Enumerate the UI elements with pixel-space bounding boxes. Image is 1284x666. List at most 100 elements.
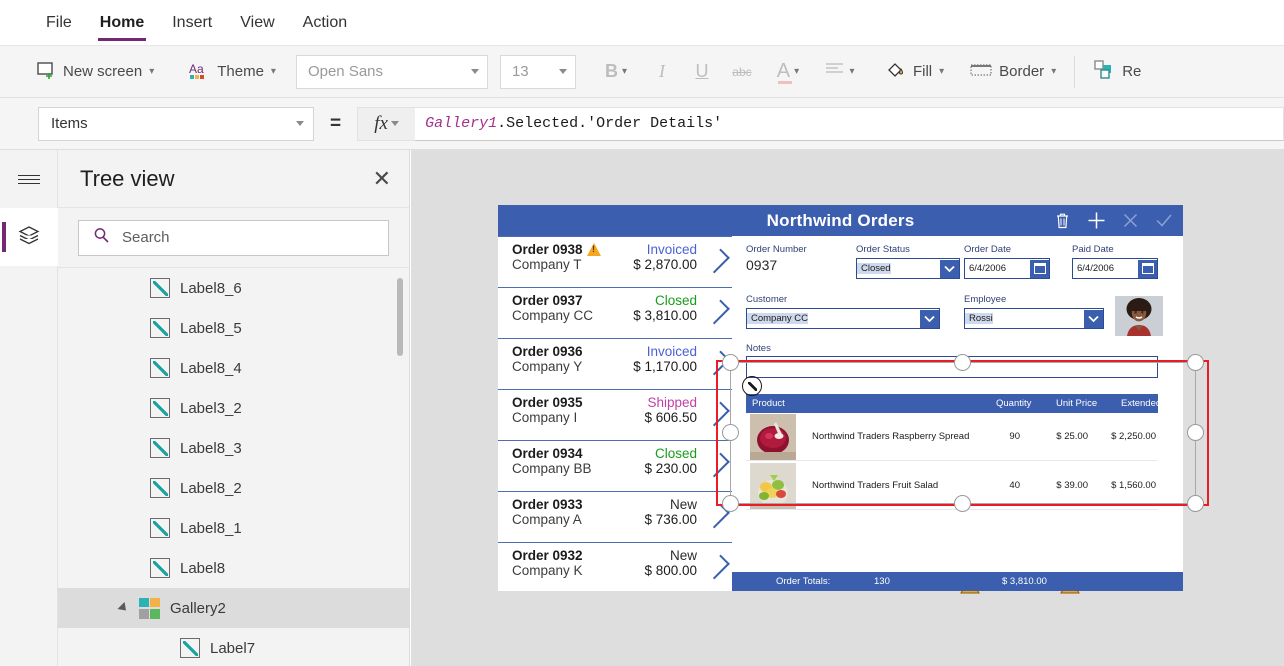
menu-item-view[interactable]: View [226, 0, 288, 45]
menu-item-action[interactable]: Action [289, 0, 361, 45]
plus-icon[interactable] [1081, 207, 1111, 235]
underline-button[interactable]: U [682, 53, 722, 91]
resize-handle-bottom-left[interactable] [722, 495, 739, 512]
label-icon [150, 318, 170, 338]
tree-item-label8_4[interactable]: Label8_4 [58, 348, 409, 388]
close-icon[interactable]: ✕ [373, 167, 391, 190]
italic-label: I [658, 61, 665, 81]
expand-arrow-icon[interactable] [117, 601, 130, 615]
tree-item-label8[interactable]: Label8 [58, 548, 409, 588]
resize-handle-top-left[interactable] [722, 354, 739, 371]
strikethrough-button[interactable]: abc [722, 53, 762, 91]
app-title: Northwind Orders [766, 210, 915, 230]
tree-item-label: Label8 [180, 559, 226, 577]
tree-item-label8_6[interactable]: Label8_6 [58, 268, 409, 308]
menu-bar: File Home Insert View Action [0, 0, 1284, 46]
tree-item-label: Gallery2 [170, 599, 226, 617]
fill-label: Fill [912, 63, 933, 80]
font-color-swatch [777, 81, 792, 84]
tree-item-label8_5[interactable]: Label8_5 [58, 308, 409, 348]
tree-item-label3_2[interactable]: Label3_2 [58, 388, 409, 428]
hamburger-menu-button[interactable] [0, 150, 58, 208]
align-button[interactable]: ▾ [814, 53, 866, 91]
menu-item-view-label: View [240, 13, 275, 31]
fill-button[interactable]: Fill ▾ [876, 53, 954, 91]
menu-item-home-label: Home [99, 13, 145, 31]
tree-item-label8_2[interactable]: Label8_2 [58, 468, 409, 508]
border-icon [970, 62, 992, 82]
product-gallery[interactable]: Product Quantity Unit Price Extended Nor… [732, 236, 1183, 591]
order-company: Company T [512, 257, 582, 272]
chevron-down-icon: ▾ [270, 66, 276, 77]
tree-item-gallery2[interactable]: Gallery2 [58, 588, 409, 628]
tree-view-header: Tree view ✕ [58, 150, 409, 208]
app-preview: Northwind Orders Order 0938 ! Invoiced C… [498, 205, 1209, 594]
tree-view-tab[interactable] [0, 208, 58, 266]
app-header: Northwind Orders [498, 205, 1183, 236]
bold-label: B [604, 61, 618, 81]
product-unit-price: $ 25.00 [1056, 431, 1088, 442]
theme-label: Theme [217, 63, 264, 80]
reorder-button[interactable]: Re [1083, 53, 1151, 91]
search-icon [93, 227, 110, 249]
theme-button[interactable]: Aa Theme ▾ [178, 53, 286, 91]
search-box[interactable] [78, 219, 389, 256]
resize-handle-middle-left[interactable] [722, 424, 739, 441]
order-id: Order 0933 [512, 497, 583, 512]
product-row[interactable]: Northwind Traders Fruit Salad 40 $ 39.00… [746, 462, 1158, 510]
resize-handle-top-center[interactable] [954, 354, 971, 371]
order-id: Order 0938 [512, 242, 602, 257]
menu-item-home[interactable]: Home [86, 0, 158, 45]
font-family-value: Open Sans [307, 63, 384, 80]
edit-pencil-icon[interactable] [742, 376, 762, 396]
label-icon [150, 398, 170, 418]
border-button[interactable]: Border ▾ [960, 53, 1066, 91]
tree-view-scrollbar[interactable] [397, 278, 403, 356]
order-list-item[interactable]: Order 0936 Invoiced Company Y $ 1,170.00 [498, 338, 732, 389]
menu-item-file[interactable]: File [32, 0, 86, 45]
underline-label: U [695, 61, 709, 81]
formula-input[interactable]: Gallery1 .Selected.'Order Details' [415, 106, 1284, 141]
order-list-item[interactable]: Order 0932 New Company K $ 800.00 [498, 542, 732, 591]
check-icon[interactable] [1149, 207, 1179, 235]
product-quantity: 40 [1009, 480, 1020, 491]
fx-button[interactable]: fx [357, 106, 416, 141]
resize-handle-middle-right[interactable] [1187, 424, 1204, 441]
menu-item-insert[interactable]: Insert [158, 0, 226, 45]
order-list-item[interactable]: Order 0934 Closed Company BB $ 230.00 [498, 440, 732, 491]
tree-item-label8_1[interactable]: Label8_1 [58, 508, 409, 548]
font-size-select[interactable]: 13 [499, 54, 576, 89]
tree-item-label7[interactable]: Label7 [58, 628, 409, 666]
font-color-button[interactable]: A ▾ [762, 53, 814, 91]
order-totals-amount: $ 3,810.00 [1002, 576, 1047, 587]
resize-handle-bottom-right[interactable] [1187, 495, 1204, 512]
product-row[interactable]: Northwind Traders Raspberry Spread 90 $ … [746, 413, 1158, 461]
order-list-item[interactable]: Order 0937 Closed Company CC $ 3,810.00 [498, 287, 732, 338]
order-amount: $ 2,870.00 [633, 257, 697, 272]
chevron-down-icon: ▾ [849, 66, 855, 77]
order-list-item[interactable]: Order 0938 Invoiced Company T $ 2,870.00 [498, 236, 732, 287]
orders-gallery[interactable]: Order 0938 Invoiced Company T $ 2,870.00… [498, 236, 732, 591]
theme-icon: Aa [188, 60, 210, 84]
trash-icon[interactable] [1047, 207, 1077, 235]
new-screen-button[interactable]: New screen ▾ [26, 53, 164, 91]
property-select[interactable]: Items [38, 106, 314, 141]
font-family-select[interactable]: Open Sans [295, 54, 488, 89]
new-screen-label: New screen [63, 63, 143, 80]
search-input[interactable] [120, 228, 388, 247]
order-list-item[interactable]: Order 0933 New Company A $ 736.00 [498, 491, 732, 542]
tree-item-label8_3[interactable]: Label8_3 [58, 428, 409, 468]
tree-item-label: Label8_2 [180, 479, 242, 497]
app-canvas[interactable]: Northwind Orders Order 0938 ! Invoiced C… [411, 150, 1284, 666]
resize-handle-bottom-center[interactable] [954, 495, 971, 512]
resize-handle-top-right[interactable] [1187, 354, 1204, 371]
order-list-item[interactable]: Order 0935 Shipped Company I $ 606.50 [498, 389, 732, 440]
tree-view-list: Label8_6 Label8_5 Label8_4 Label3_2 Labe… [58, 268, 409, 666]
formula-bar: Items = fx Gallery1 .Selected.'Order Deta… [0, 98, 1284, 150]
chevron-down-icon: ▾ [1051, 66, 1057, 77]
gallery-icon [139, 597, 160, 619]
bold-button[interactable]: B ▾ [590, 53, 642, 91]
reorder-label: Re [1122, 63, 1142, 80]
cancel-icon[interactable] [1115, 207, 1145, 235]
italic-button[interactable]: I [642, 53, 682, 91]
